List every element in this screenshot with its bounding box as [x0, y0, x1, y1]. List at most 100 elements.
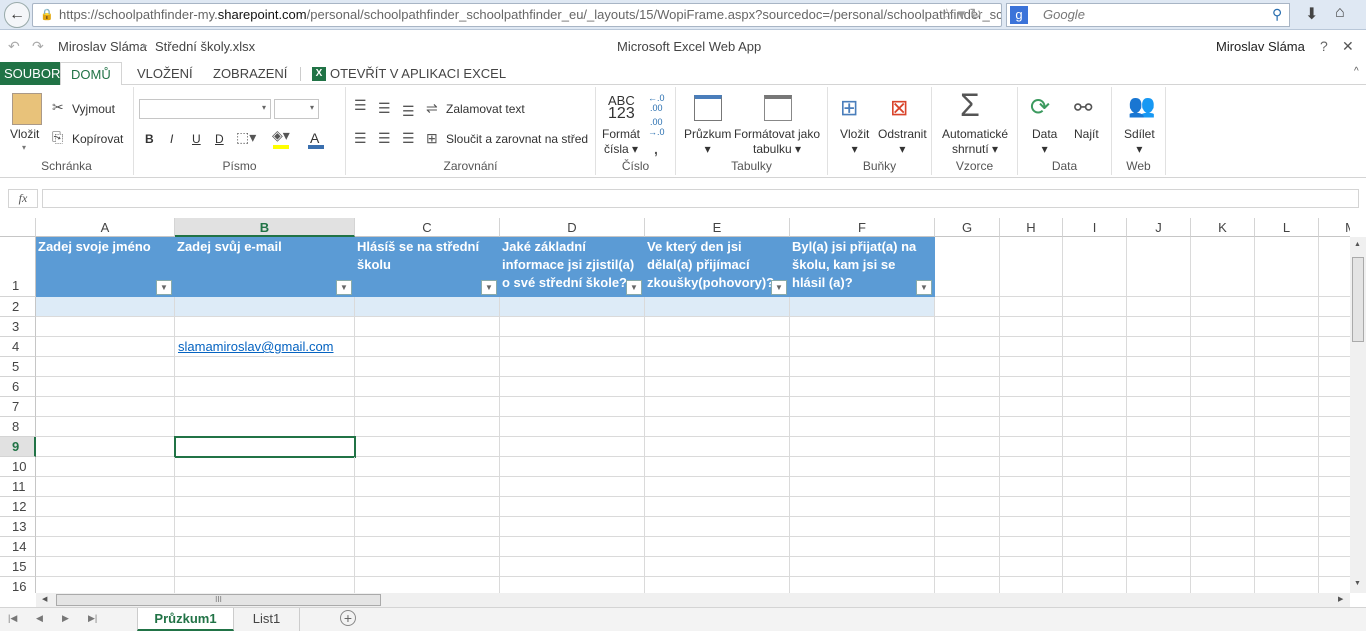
filter-dropdown-button[interactable]: ▼ — [481, 280, 497, 295]
cell-l8[interactable] — [1255, 417, 1319, 437]
cell-d4[interactable] — [500, 337, 645, 357]
column-header-f[interactable]: F — [790, 218, 935, 237]
cell-d6[interactable] — [500, 377, 645, 397]
cell-l4[interactable] — [1255, 337, 1319, 357]
cell-k10[interactable] — [1191, 457, 1255, 477]
cell-m4[interactable] — [1319, 337, 1350, 357]
cell-c3[interactable] — [355, 317, 500, 337]
merge-center-button[interactable]: Sloučit a zarovnat na střed — [446, 132, 588, 146]
double-underline-button[interactable]: D — [215, 132, 224, 146]
cell-f7[interactable] — [790, 397, 935, 417]
number-format-button[interactable]: Formát čísla ▾ — [602, 127, 640, 157]
cell-a13[interactable] — [36, 517, 175, 537]
cell-l1[interactable] — [1255, 237, 1319, 297]
cell-l9[interactable] — [1255, 437, 1319, 457]
chevron-down-icon[interactable]: ▾ — [22, 143, 26, 152]
file-name[interactable]: Střední školy.xlsx — [155, 39, 255, 54]
cell-d11[interactable] — [500, 477, 645, 497]
cell-f2[interactable] — [790, 297, 935, 317]
row-header-12[interactable]: 12 — [0, 497, 36, 517]
cell-g14[interactable] — [935, 537, 1000, 557]
font-name-select[interactable]: ▾ — [139, 99, 271, 119]
cell-c16[interactable] — [355, 577, 500, 593]
cell-a12[interactable] — [36, 497, 175, 517]
tab-soubor[interactable]: SOUBOR — [0, 62, 65, 85]
cell-h15[interactable] — [1000, 557, 1063, 577]
cell-c7[interactable] — [355, 397, 500, 417]
last-sheet-icon[interactable]: ▶| — [88, 613, 97, 624]
cell-k7[interactable] — [1191, 397, 1255, 417]
cell-a3[interactable] — [36, 317, 175, 337]
cell-b11[interactable] — [175, 477, 355, 497]
cell-i16[interactable] — [1063, 577, 1127, 593]
cell-h12[interactable] — [1000, 497, 1063, 517]
cell-d9[interactable] — [500, 437, 645, 457]
cell-a14[interactable] — [36, 537, 175, 557]
cell-d7[interactable] — [500, 397, 645, 417]
cell-f3[interactable] — [790, 317, 935, 337]
first-sheet-icon[interactable]: |◀ — [8, 613, 17, 624]
cell-l13[interactable] — [1255, 517, 1319, 537]
tab-vlozeni[interactable]: VLOŽENÍ — [127, 62, 203, 85]
email-link[interactable]: slamamiroslav@gmail.com — [175, 337, 355, 357]
filter-dropdown-button[interactable]: ▼ — [771, 280, 787, 295]
cut-button[interactable]: Vyjmout — [72, 102, 115, 116]
cell-a5[interactable] — [36, 357, 175, 377]
cell-l3[interactable] — [1255, 317, 1319, 337]
cell-j13[interactable] — [1127, 517, 1191, 537]
row-header-9[interactable]: 9 — [0, 437, 36, 457]
cell-g9[interactable] — [935, 437, 1000, 457]
column-header-a[interactable]: A — [36, 218, 175, 237]
cell-f15[interactable] — [790, 557, 935, 577]
cell-h16[interactable] — [1000, 577, 1063, 593]
format-as-table-button[interactable]: Formátovat jako tabulku ▾ — [734, 127, 820, 157]
horizontal-scrollbar[interactable]: ◀ III ▶ — [36, 593, 1350, 607]
cell-f9[interactable] — [790, 437, 935, 457]
insert-function-button[interactable]: fx — [8, 189, 38, 208]
column-header-l[interactable]: L — [1255, 218, 1319, 237]
home-icon[interactable]: ⌂ — [1335, 4, 1345, 22]
cell-h11[interactable] — [1000, 477, 1063, 497]
column-header-e[interactable]: E — [645, 218, 790, 237]
cell-k15[interactable] — [1191, 557, 1255, 577]
cell-c2[interactable] — [355, 297, 500, 317]
cell-b3[interactable] — [175, 317, 355, 337]
cell-k8[interactable] — [1191, 417, 1255, 437]
cell-f13[interactable] — [790, 517, 935, 537]
cell-m15[interactable] — [1319, 557, 1350, 577]
share-button[interactable]: Sdílet ▾ — [1124, 127, 1155, 157]
cell-k16[interactable] — [1191, 577, 1255, 593]
cell-m5[interactable] — [1319, 357, 1350, 377]
table-header-cell[interactable]: Byl(a) jsi přijat(a) na školu, kam jsi s… — [790, 237, 935, 297]
delete-cells-button[interactable]: Odstranit ▾ — [878, 127, 927, 157]
cell-h1[interactable] — [1000, 237, 1063, 297]
cell-h10[interactable] — [1000, 457, 1063, 477]
filter-dropdown-button[interactable]: ▼ — [156, 280, 172, 295]
wrap-text-button[interactable]: Zalamovat text — [446, 102, 525, 116]
cell-l11[interactable] — [1255, 477, 1319, 497]
cell-k1[interactable] — [1191, 237, 1255, 297]
cell-k2[interactable] — [1191, 297, 1255, 317]
cell-g13[interactable] — [935, 517, 1000, 537]
cell-a15[interactable] — [36, 557, 175, 577]
cell-b8[interactable] — [175, 417, 355, 437]
cell-g3[interactable] — [935, 317, 1000, 337]
cell-d5[interactable] — [500, 357, 645, 377]
cell-j1[interactable] — [1127, 237, 1191, 297]
paste-button[interactable]: Vložit — [10, 127, 39, 141]
cell-d2[interactable] — [500, 297, 645, 317]
row-header-5[interactable]: 5 — [0, 357, 36, 377]
row-header-1[interactable]: 1 — [0, 237, 36, 297]
column-header-g[interactable]: G — [935, 218, 1000, 237]
cell-j9[interactable] — [1127, 437, 1191, 457]
align-bottom-icon[interactable]: ☰ — [402, 103, 415, 120]
cell-k12[interactable] — [1191, 497, 1255, 517]
cell-j4[interactable] — [1127, 337, 1191, 357]
align-center-icon[interactable]: ☰ — [378, 130, 391, 147]
align-middle-icon[interactable]: ☰ — [378, 100, 391, 117]
cell-i4[interactable] — [1063, 337, 1127, 357]
cell-e9[interactable] — [645, 437, 790, 457]
cell-c9[interactable] — [355, 437, 500, 457]
cell-m8[interactable] — [1319, 417, 1350, 437]
table-header-cell[interactable]: Zadej svoje jméno ▼ — [36, 237, 175, 297]
